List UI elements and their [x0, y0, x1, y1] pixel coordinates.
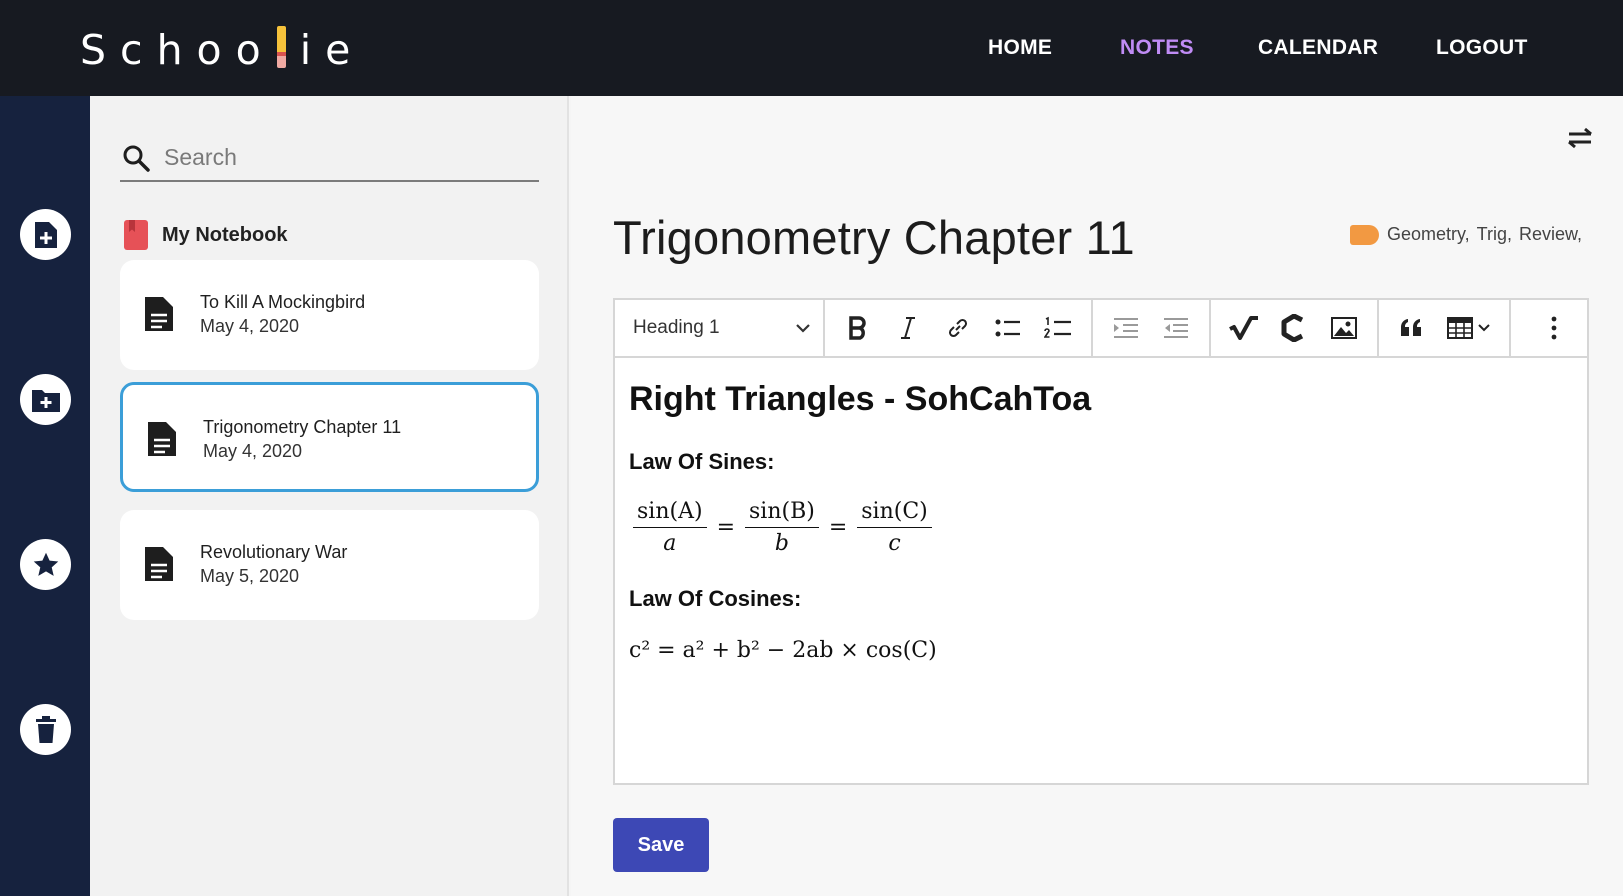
chevron-down-icon	[796, 324, 810, 333]
fraction: sin(B) b	[745, 499, 819, 556]
math-button[interactable]	[1219, 306, 1269, 350]
law-of-sines-formula: sin(A) a = sin(B) b = sin(C) c	[629, 499, 1091, 556]
nav-home[interactable]: HOME	[988, 36, 1052, 60]
save-button[interactable]: Save	[613, 818, 709, 872]
new-note-button[interactable]	[20, 209, 71, 260]
swap-arrows-icon[interactable]	[1565, 126, 1595, 150]
chemistry-icon	[1281, 314, 1304, 342]
search-input[interactable]	[164, 142, 524, 172]
more-vertical-icon	[1551, 316, 1557, 340]
left-rail	[0, 96, 90, 896]
numbered-list-button[interactable]	[1033, 306, 1083, 350]
rich-text-editor: Heading 1 Right Triangles - SohCahToa La…	[613, 298, 1589, 785]
notes-list-panel: My Notebook To Kill A Mockingbird May 4,…	[90, 96, 569, 896]
format-group	[825, 300, 1093, 356]
new-folder-icon	[31, 389, 60, 412]
fraction: sin(A) a	[633, 499, 707, 556]
document-icon	[145, 297, 173, 331]
law-of-cosines-label: Law Of Cosines:	[629, 586, 802, 611]
insert-group	[1211, 300, 1379, 356]
note-card[interactable]: Revolutionary War May 5, 2020	[120, 510, 539, 620]
note-date: May 4, 2020	[200, 316, 300, 336]
bulleted-list-icon	[995, 319, 1020, 337]
chevron-down-icon	[1478, 324, 1490, 332]
document-title[interactable]: Trigonometry Chapter 11	[613, 210, 1135, 265]
content-heading: Right Triangles - SohCahToa	[629, 380, 1092, 418]
search-icon	[123, 145, 150, 172]
block-group	[1379, 300, 1511, 356]
note-card[interactable]: To Kill A Mockingbird May 4, 2020	[120, 260, 539, 370]
note-title: Revolutionary War	[200, 542, 348, 562]
indent-group	[1093, 300, 1211, 356]
bulleted-list-button[interactable]	[983, 306, 1033, 350]
math-formula-icon	[1229, 316, 1258, 340]
star-icon	[33, 552, 58, 576]
more-options-button[interactable]	[1529, 306, 1579, 350]
editor-content[interactable]: Right Triangles - SohCahToa Law Of Sines…	[629, 380, 1091, 663]
indent-button[interactable]	[1101, 306, 1151, 350]
note-title: Trigonometry Chapter 11	[203, 417, 402, 437]
tag: Geometry,	[1386, 224, 1470, 244]
link-icon	[948, 318, 968, 338]
note-card-selected[interactable]: Trigonometry Chapter 11 May 4, 2020	[120, 382, 539, 492]
italic-icon	[901, 317, 915, 339]
notebook-icon	[124, 220, 148, 250]
note-date: May 4, 2020	[203, 441, 303, 461]
note-title: To Kill A Mockingbird	[200, 292, 366, 312]
trash-icon	[35, 715, 56, 743]
nav-logout[interactable]: LOGOUT	[1436, 36, 1528, 60]
tag: Review,	[1518, 224, 1582, 244]
editor-toolbar: Heading 1	[615, 300, 1587, 358]
indent-icon	[1114, 318, 1138, 338]
bold-icon	[849, 316, 866, 340]
numbered-list-icon	[1044, 316, 1071, 338]
notebook-title: My Notebook	[162, 223, 288, 246]
pencil-logo-icon	[276, 26, 286, 68]
nav-notes[interactable]: NOTES	[1120, 36, 1194, 60]
more-group	[1511, 300, 1587, 356]
nav-calendar[interactable]: CALENDAR	[1258, 36, 1378, 60]
trash-button[interactable]	[20, 704, 71, 755]
quote-button[interactable]	[1387, 306, 1437, 350]
table-icon	[1447, 317, 1473, 339]
favorites-button[interactable]	[20, 539, 71, 590]
italic-button[interactable]	[883, 306, 933, 350]
new-folder-button[interactable]	[20, 374, 71, 425]
tag-icon	[1349, 224, 1379, 245]
note-date: May 5, 2020	[200, 566, 300, 586]
logo[interactable]: Schoo ie	[80, 26, 364, 74]
heading-dropdown[interactable]: Heading 1	[615, 300, 825, 356]
tags[interactable]: Geometry, Trig, Review,	[1349, 224, 1589, 245]
table-button[interactable]	[1437, 306, 1501, 350]
law-of-sines-label: Law Of Sines:	[629, 449, 775, 474]
editor-area: Trigonometry Chapter 11 Geometry, Trig, …	[571, 96, 1623, 896]
image-icon	[1331, 317, 1357, 339]
new-note-icon	[34, 221, 57, 248]
document-icon	[148, 422, 176, 456]
outdent-button[interactable]	[1151, 306, 1201, 350]
fraction: sin(C) c	[857, 499, 932, 556]
notebook-header[interactable]: My Notebook	[124, 220, 288, 250]
law-of-cosines-formula: c² = a² + b² − 2ab × cos(C)	[629, 638, 937, 663]
tag: Trig,	[1476, 224, 1512, 244]
outdent-icon	[1164, 318, 1188, 338]
quote-icon	[1400, 319, 1421, 336]
top-bar: Schoo ie HOME NOTES CALENDAR LOGOUT	[0, 0, 1623, 96]
link-button[interactable]	[933, 306, 983, 350]
image-button[interactable]	[1319, 306, 1369, 350]
bold-button[interactable]	[833, 306, 883, 350]
search-bar	[120, 136, 539, 182]
chemistry-button[interactable]	[1269, 306, 1319, 350]
document-icon	[145, 547, 173, 581]
